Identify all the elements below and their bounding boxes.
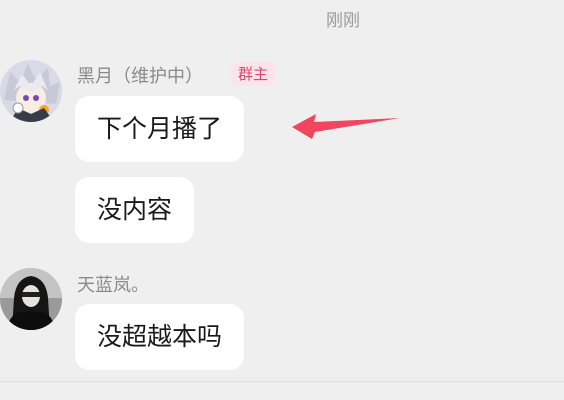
message-bubble[interactable]: 下个月播了 — [75, 96, 245, 162]
avatar[interactable] — [0, 60, 62, 122]
dark-portrait-avatar-icon — [0, 268, 62, 330]
red-arrow-icon — [288, 108, 404, 144]
message-bubble[interactable]: 没内容 — [75, 177, 195, 243]
sender-name[interactable]: 天蓝岚。 — [77, 271, 149, 297]
role-badge-owner: 群主 — [231, 62, 276, 86]
sender-name[interactable]: 黑月（维护中） — [77, 62, 203, 88]
timestamp: 刚刚 — [326, 11, 360, 31]
anime-character-avatar-icon — [0, 60, 62, 122]
divider — [0, 381, 564, 382]
avatar[interactable] — [0, 268, 62, 330]
message-bubble[interactable]: 没超越本吗 — [75, 304, 245, 370]
